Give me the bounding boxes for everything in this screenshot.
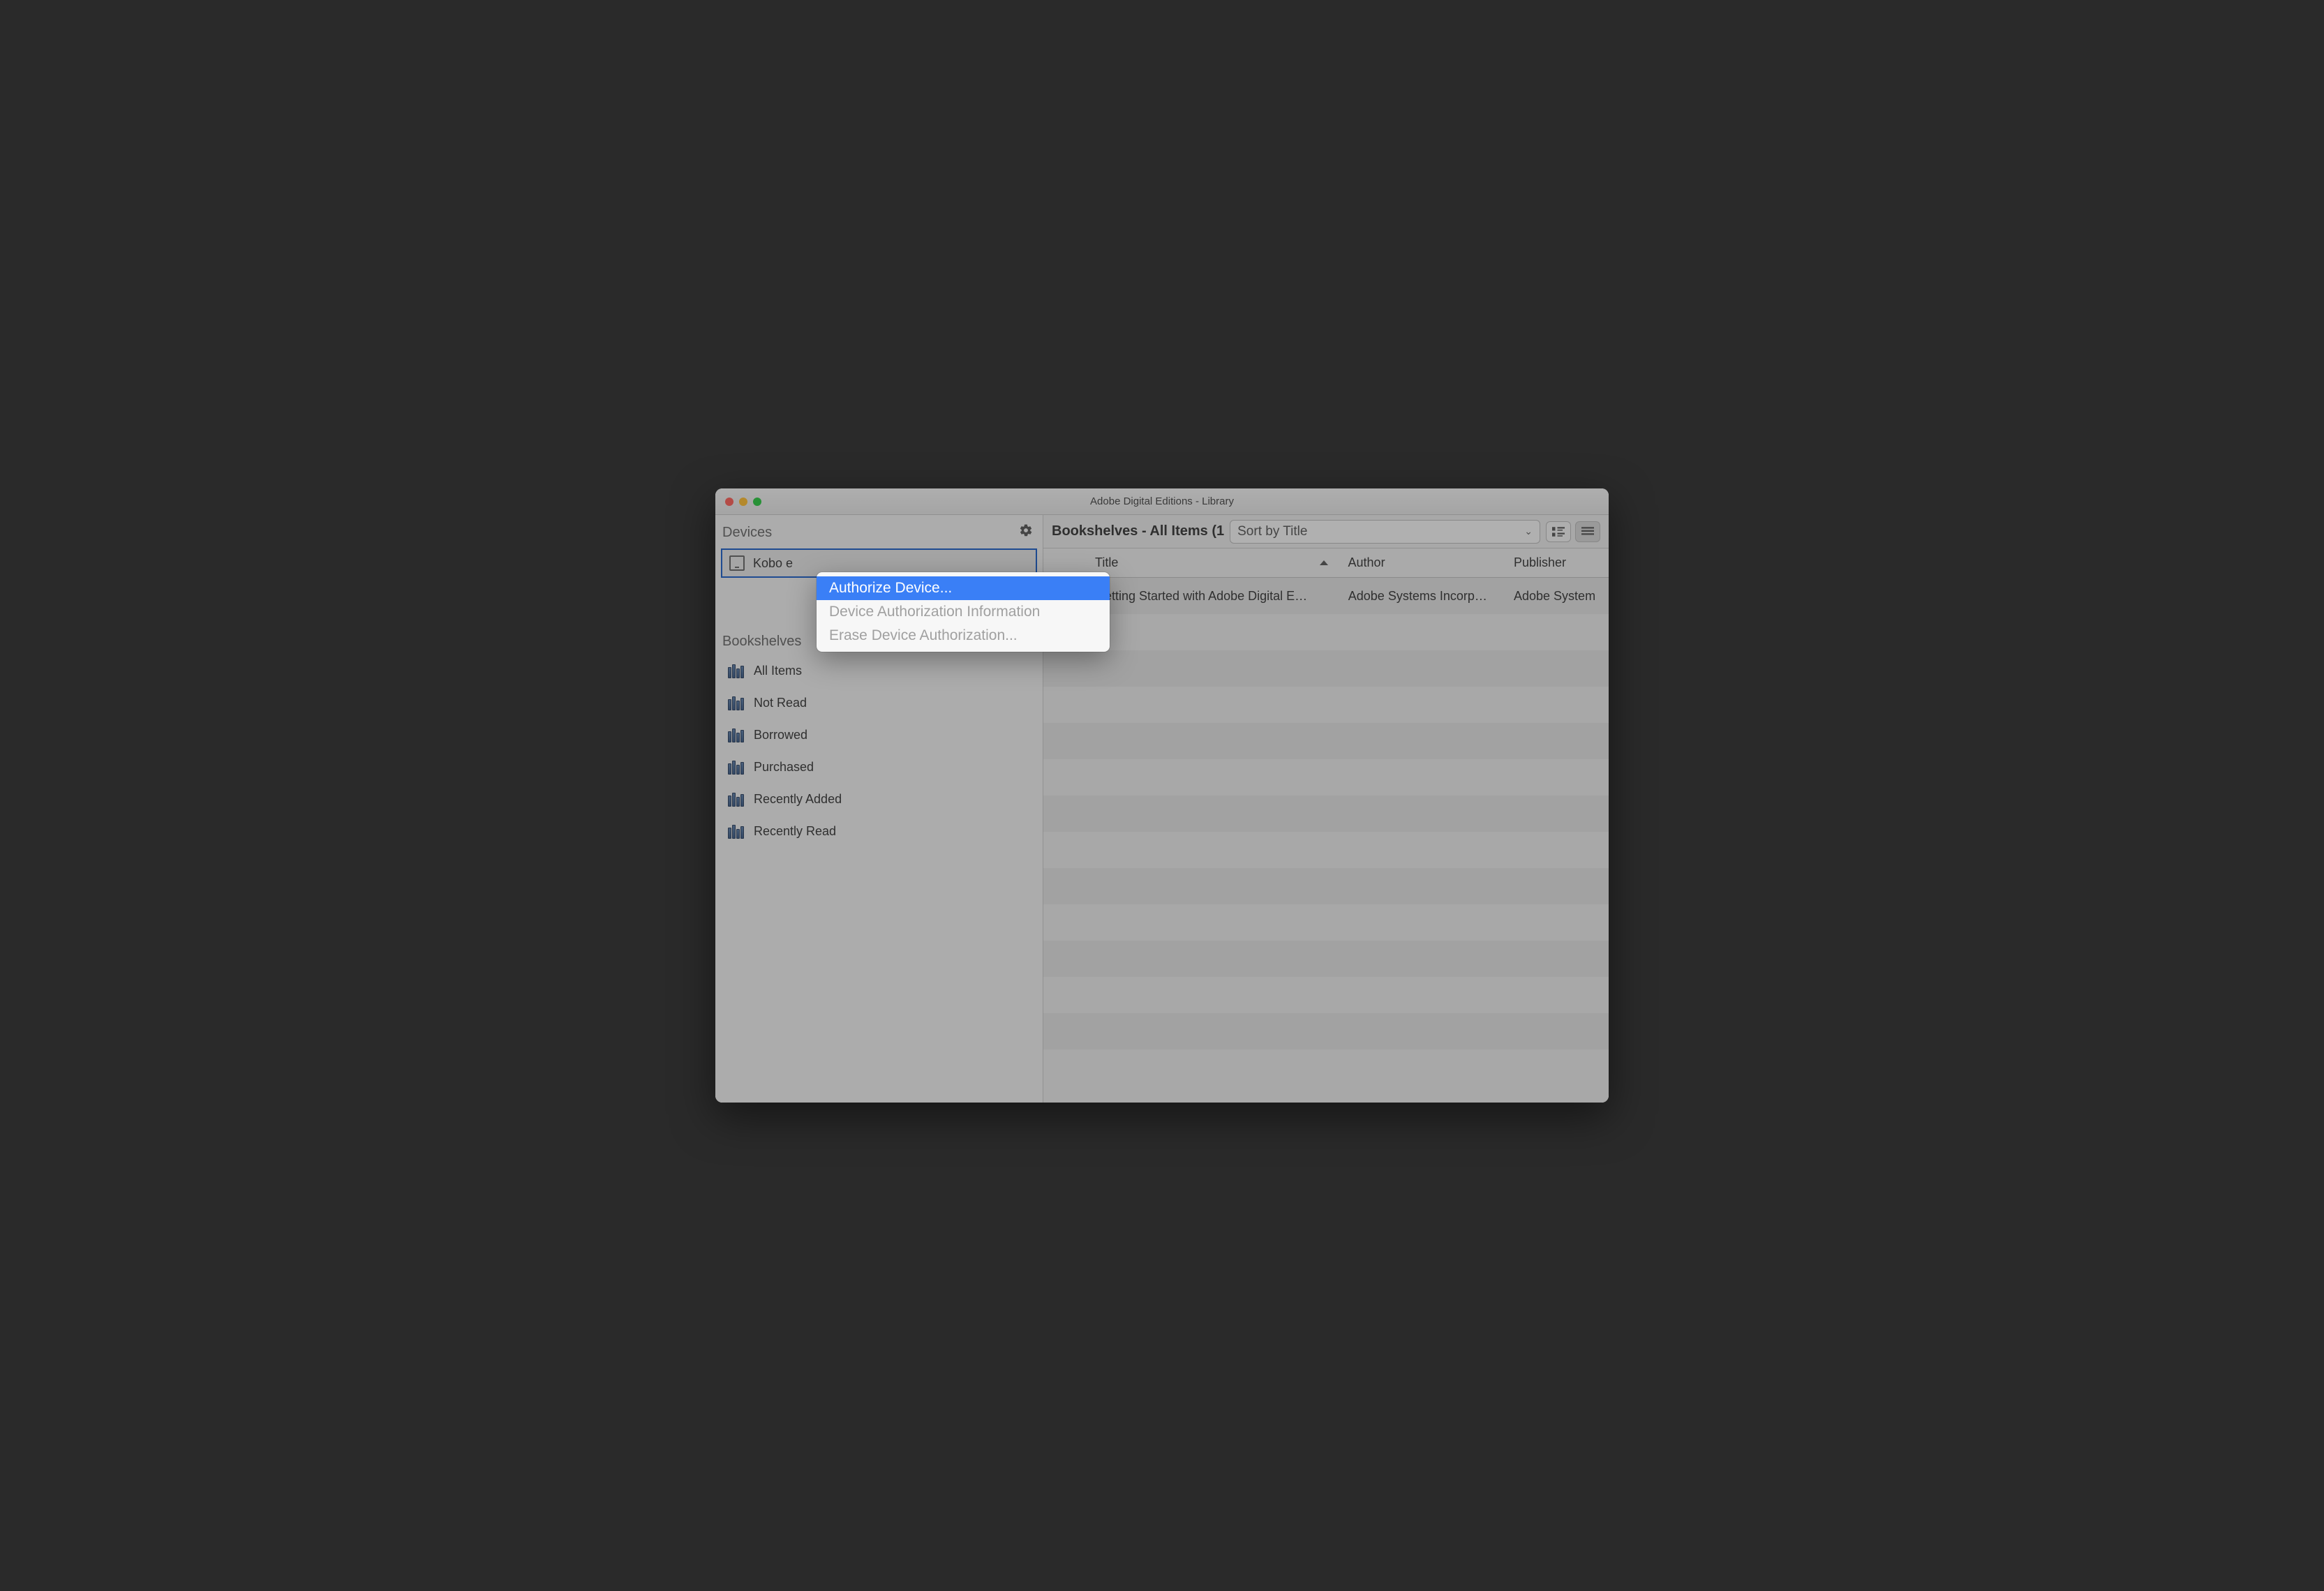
column-author[interactable]: Author — [1339, 548, 1504, 577]
table-header: Title Author Publisher — [1043, 548, 1609, 578]
bookshelf-heading: Bookshelves - All Items (1 — [1052, 523, 1224, 539]
device-item-label: Kobo e — [753, 556, 793, 571]
table-row — [1043, 796, 1609, 832]
sidebar-item-label: All Items — [754, 664, 802, 678]
bookshelf-icon — [728, 663, 744, 678]
bookshelf-icon — [728, 727, 744, 742]
device-context-menu: Authorize Device...Device Authorization … — [817, 572, 1110, 652]
table-row — [1043, 1013, 1609, 1050]
sidebar-item[interactable]: Purchased — [715, 751, 1043, 783]
table-row — [1043, 832, 1609, 868]
view-list-button[interactable] — [1575, 521, 1600, 542]
table-row — [1043, 941, 1609, 977]
column-title[interactable]: Title — [1085, 548, 1339, 577]
sort-dropdown-label: Sort by Title — [1237, 524, 1307, 539]
devices-header: Devices — [715, 519, 1043, 546]
table-row — [1043, 868, 1609, 904]
sidebar-item-label: Purchased — [754, 760, 814, 775]
app-window: Adobe Digital Editions - Library Devices… — [715, 488, 1609, 1103]
view-toggle-group — [1546, 521, 1600, 542]
sidebar-item[interactable]: Not Read — [715, 687, 1043, 719]
sidebar-item-label: Borrowed — [754, 728, 807, 742]
table-row — [1043, 723, 1609, 759]
bookshelf-icon — [728, 823, 744, 839]
gear-icon[interactable] — [1019, 523, 1033, 541]
sort-dropdown[interactable]: Sort by Title ⌄ — [1230, 520, 1540, 544]
cell-title: Getting Started with Adobe Digital E… — [1085, 589, 1339, 604]
column-publisher[interactable]: Publisher — [1504, 548, 1609, 577]
sidebar-item-label: Recently Read — [754, 824, 836, 839]
sidebar-item-label: Recently Added — [754, 792, 842, 807]
view-grid-button[interactable] — [1546, 521, 1571, 542]
table-row — [1043, 759, 1609, 796]
sidebar-item[interactable]: Borrowed — [715, 719, 1043, 751]
close-button[interactable] — [725, 498, 733, 506]
table-row — [1043, 1050, 1609, 1086]
bookshelves-header-label: Bookshelves — [722, 634, 801, 650]
bookshelf-icon — [728, 695, 744, 710]
table-row — [1043, 650, 1609, 687]
titlebar: Adobe Digital Editions - Library — [715, 488, 1609, 515]
menu-item: Device Authorization Information — [817, 600, 1110, 624]
ereader-icon — [729, 555, 745, 571]
maximize-button[interactable] — [753, 498, 761, 506]
sidebar-item[interactable]: Recently Read — [715, 815, 1043, 847]
table-row — [1043, 687, 1609, 723]
column-publisher-label: Publisher — [1514, 555, 1566, 570]
table-row[interactable]: Getting Started with Adobe Digital E…Ado… — [1043, 578, 1609, 614]
cell-publisher: Adobe System — [1504, 589, 1609, 604]
bookshelf-list: All Items Not Read Borrowed Purchased Recent… — [715, 655, 1043, 847]
toolbar: Bookshelves - All Items (1 Sort by Title… — [1043, 515, 1609, 548]
table-row — [1043, 614, 1609, 650]
cell-author: Adobe Systems Incorp… — [1339, 589, 1504, 604]
table-row — [1043, 977, 1609, 1013]
column-title-label: Title — [1095, 555, 1118, 570]
bookshelf-icon — [728, 759, 744, 775]
sidebar-item-label: Not Read — [754, 696, 807, 710]
main-pane: Bookshelves - All Items (1 Sort by Title… — [1043, 515, 1609, 1103]
menu-item: Erase Device Authorization... — [817, 624, 1110, 648]
menu-item[interactable]: Authorize Device... — [817, 576, 1110, 600]
table-row — [1043, 904, 1609, 941]
minimize-button[interactable] — [739, 498, 747, 506]
chevron-down-icon: ⌄ — [1524, 525, 1533, 537]
table-body: Getting Started with Adobe Digital E…Ado… — [1043, 578, 1609, 1103]
traffic-lights — [715, 498, 761, 506]
window-title: Adobe Digital Editions - Library — [715, 495, 1609, 507]
devices-header-label: Devices — [722, 525, 772, 541]
sidebar-item[interactable]: All Items — [715, 655, 1043, 687]
bookshelf-icon — [728, 791, 744, 807]
sidebar-item[interactable]: Recently Added — [715, 783, 1043, 815]
column-author-label: Author — [1348, 555, 1385, 570]
